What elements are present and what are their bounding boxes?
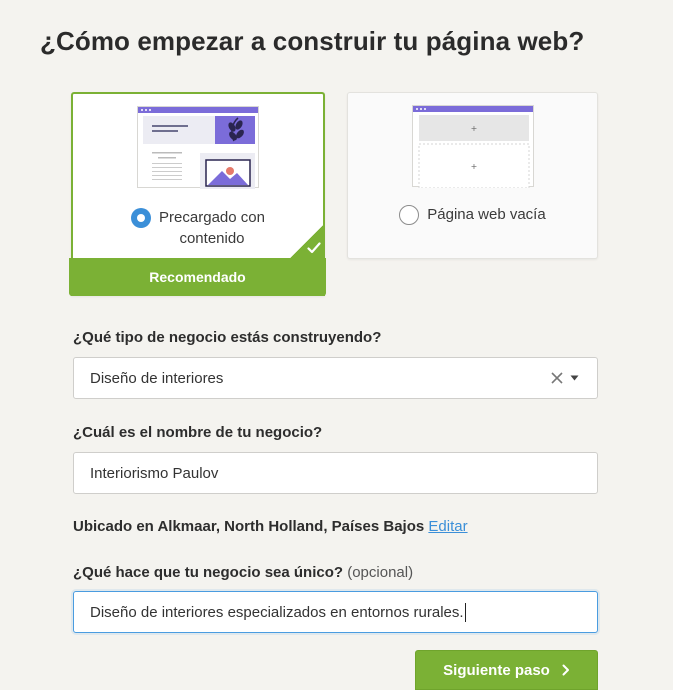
recommended-badge: Recomendado xyxy=(69,258,326,296)
unique-value: Diseño de interiores especializados en e… xyxy=(90,603,464,621)
empty-page-label: Página web vacía xyxy=(427,206,546,223)
next-step-label: Siguiente paso xyxy=(443,661,550,679)
unique-label: ¿Qué hace que tu negocio sea único? (opc… xyxy=(73,564,414,581)
business-name-value: Interiorismo Paulov xyxy=(90,464,219,482)
preloaded-label: Precargado con contenido xyxy=(159,209,265,247)
business-type-value: Diseño de interiores xyxy=(90,369,224,387)
selected-corner-marker xyxy=(290,223,325,258)
location-line: Ubicado en Alkmaar, North Holland, Paíse… xyxy=(73,518,468,535)
preloaded-template-thumbnail xyxy=(137,106,259,189)
page-title: ¿Cómo empezar a construir tu página web? xyxy=(40,26,585,56)
business-name-input[interactable]: Interiorismo Paulov xyxy=(73,452,598,494)
business-name-label: ¿Cuál es el nombre de tu negocio? xyxy=(73,424,323,441)
business-type-label: ¿Qué tipo de negocio estás construyendo? xyxy=(73,329,382,346)
location-text: Ubicado en Alkmaar, North Holland, Paíse… xyxy=(73,518,425,535)
chevron-right-icon xyxy=(562,664,569,676)
chevron-down-icon[interactable] xyxy=(570,375,579,381)
checkmark-icon xyxy=(307,242,321,254)
next-step-button[interactable]: Siguiente paso xyxy=(415,650,598,690)
empty-template-thumbnail: + + xyxy=(411,105,534,188)
empty-template-illustration: + + xyxy=(418,115,529,188)
unique-input[interactable]: Diseño de interiores especializados en e… xyxy=(73,591,598,633)
text-cursor xyxy=(464,602,466,622)
optional-label: (opcional) xyxy=(347,564,414,581)
edit-location-link[interactable]: Editar xyxy=(428,518,467,535)
empty-page-option[interactable]: + + Página web vacía xyxy=(347,92,598,259)
svg-text:+: + xyxy=(470,162,477,171)
business-type-select[interactable]: Diseño de interiores xyxy=(73,357,598,399)
svg-text:+: + xyxy=(470,124,477,133)
preloaded-template-illustration xyxy=(143,116,255,189)
clear-icon[interactable] xyxy=(550,371,564,385)
empty-page-radio[interactable] xyxy=(399,205,420,225)
preloaded-radio[interactable] xyxy=(131,208,152,228)
